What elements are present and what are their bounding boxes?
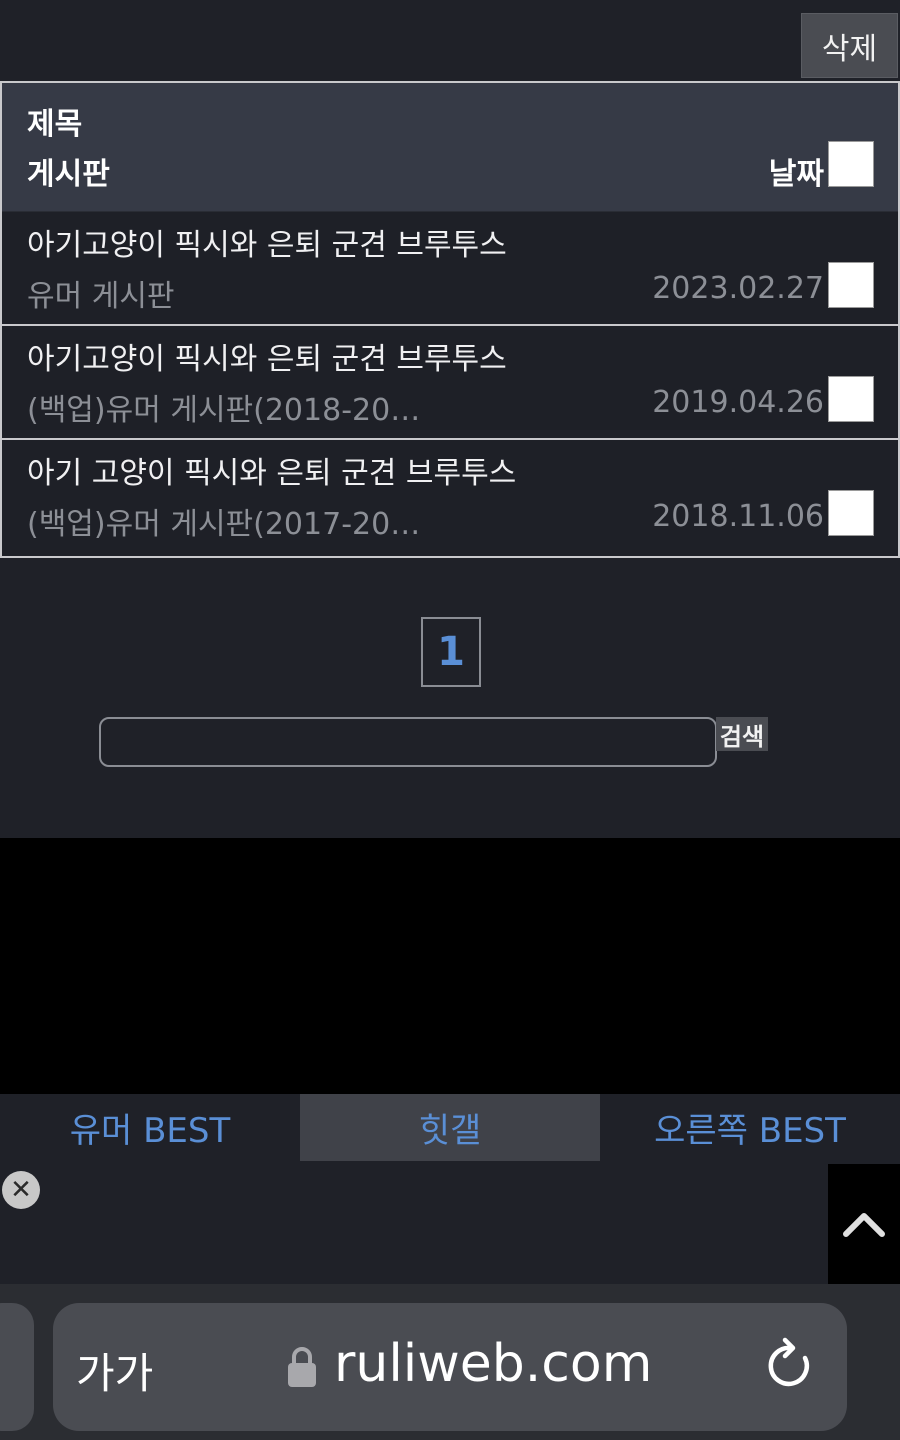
header-title: 제목 [27, 107, 83, 142]
delete-button[interactable]: 삭제 [801, 13, 898, 78]
tab-hit-gallery[interactable]: 힛갤 [300, 1094, 600, 1161]
ad-banner-area [0, 838, 900, 1094]
post-board: 유머 게시판 [27, 279, 175, 314]
previous-tab-pill[interactable] [0, 1303, 34, 1431]
select-all-checkbox[interactable] [828, 141, 874, 187]
row-checkbox[interactable] [828, 262, 874, 308]
post-board: (백업)유머 게시판(2018-20… [27, 393, 421, 428]
tab-humor-best[interactable]: 유머 BEST [0, 1094, 300, 1161]
table-row[interactable]: 아기 고양이 픽시와 은퇴 군견 브루투스 (백업)유머 게시판(2017-20… [2, 440, 898, 554]
search-button[interactable]: 검색 [716, 717, 768, 751]
post-table: 제목 게시판 날짜 아기고양이 픽시와 은퇴 군견 브루투스 유머 게시판 20… [0, 81, 900, 558]
lock-icon [288, 1347, 316, 1387]
header-board: 게시판 [27, 157, 110, 192]
post-title[interactable]: 아기 고양이 픽시와 은퇴 군견 브루투스 [27, 448, 516, 492]
header-date: 날짜 [768, 157, 824, 192]
post-date: 2023.02.27 [652, 271, 824, 306]
tab-right-best[interactable]: 오른쪽 BEST [600, 1094, 900, 1161]
bottom-ad-area [0, 1161, 900, 1283]
post-title[interactable]: 아기고양이 픽시와 은퇴 군견 브루투스 [27, 334, 507, 378]
top-toolbar [0, 0, 900, 80]
url-text[interactable]: ruliweb.com [334, 1334, 652, 1394]
close-icon[interactable]: ✕ [2, 1171, 40, 1209]
scroll-to-top-button[interactable] [828, 1164, 900, 1284]
post-date: 2019.04.26 [652, 385, 824, 420]
search-input[interactable] [99, 717, 717, 767]
bottom-tab-bar: 유머 BEST 힛갤 오른쪽 BEST [0, 1094, 900, 1161]
reload-icon[interactable] [765, 1336, 817, 1394]
page-number-current[interactable]: 1 [421, 617, 481, 687]
row-checkbox[interactable] [828, 490, 874, 536]
table-header: 제목 게시판 날짜 [2, 83, 898, 212]
table-row[interactable]: 아기고양이 픽시와 은퇴 군견 브루투스 (백업)유머 게시판(2018-20…… [2, 326, 898, 440]
chevron-up-icon [843, 1213, 885, 1237]
row-checkbox[interactable] [828, 376, 874, 422]
post-date: 2018.11.06 [652, 499, 824, 534]
text-size-button[interactable]: 가가 [76, 1340, 153, 1401]
post-title[interactable]: 아기고양이 픽시와 은퇴 군견 브루투스 [27, 220, 507, 264]
table-row[interactable]: 아기고양이 픽시와 은퇴 군견 브루투스 유머 게시판 2023.02.27 [2, 212, 898, 326]
post-board: (백업)유머 게시판(2017-20… [27, 507, 421, 542]
